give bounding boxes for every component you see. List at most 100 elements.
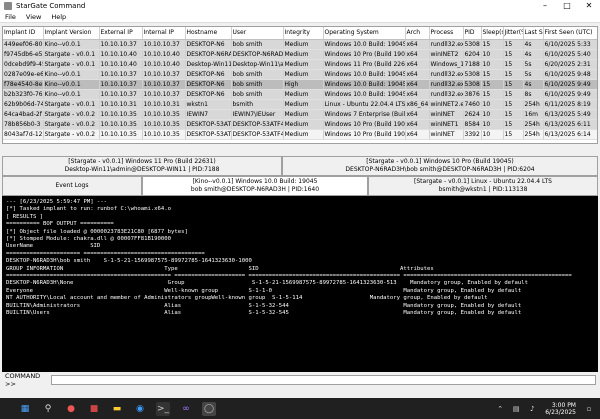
table-cell: 4s [523,39,544,50]
terminal-line: ========================================… [6,273,572,280]
menu-view[interactable]: View [21,13,46,21]
table-cell: 5308 [463,79,482,90]
table-cell: 10.10.10.35 [99,119,143,130]
table-cell: 15 [503,129,524,140]
notification-icon[interactable]: ▫ [582,402,596,416]
table-cell: Stargate - v0.0.1 [43,49,100,60]
file-explorer-icon[interactable]: ▬ [110,402,124,416]
table-row[interactable]: 0dcebd9f9-45 Stargate - v0.0.1 10.10.10.40… [3,59,597,70]
table-cell: Windows 10 Pro (Build 19045) [323,129,406,140]
column-header[interactable]: Hostname [185,27,232,40]
tab-event-logs[interactable]: Event Logs [2,176,142,196]
table-cell: rundll32.ex [429,39,464,50]
clock-date: 6/23/2025 [545,408,576,416]
terminal-line: Everyone Well-known group S-1-1-0 Mandat… [6,287,522,294]
table-cell: Windows 7 Enterprise (Build [323,109,406,120]
column-header[interactable]: Sleep(se [481,27,504,40]
table-row[interactable]: f9745db6-e5 Stargate - v0.0.1 10.10.10.40 1… [3,49,597,60]
column-header[interactable]: Internal IP [142,27,186,40]
window-title: StarGate Command [16,2,86,10]
table-cell: 10 [481,129,504,140]
search-icon[interactable]: ⚲ [41,402,55,416]
stargate-app-icon[interactable]: ◯ [202,401,216,416]
tab-session-win10[interactable]: [Stargate - v0.0.1] Windows 10 Pro (Buil… [282,156,598,176]
column-header[interactable]: External IP [99,27,143,40]
table-cell: 254h [523,119,544,130]
windows-start-icon[interactable]: ▦ [18,402,32,416]
chevron-up-icon[interactable]: ⌃ [493,402,507,416]
table-row[interactable]: 8043af7d-12 Stargate - v0.0.2 10.10.10.35 1… [3,129,597,140]
table-cell: x64 [405,119,430,130]
terminal-line: [*] Object file loaded @ 0000023783E21C8… [6,228,188,235]
table-cell: Medium [283,119,324,130]
close-icon[interactable]: ✕ [578,0,600,12]
terminal-line: BUILTIN\Administrators Alias S-1-5-32-54… [6,302,522,309]
column-header[interactable]: Operating System [323,27,406,40]
table-row[interactable]: b2b323f0-76 Kino--v0.0.1 10.10.10.37 10.10.… [3,89,597,100]
table-cell: 6/10/2025 9:49 [543,89,597,100]
table-cell: 6/10/2025 5:40 [543,49,597,60]
table-cell: winINET [429,109,464,120]
network-icon[interactable]: ▤ [509,402,523,416]
column-header[interactable]: Integrity [283,27,324,40]
table-cell: Stargate - v0.0.2 [43,129,100,140]
column-header[interactable]: Implant ID [3,27,44,40]
table-cell: 10.10.10.37 [99,39,143,50]
table-cell: DESKTOP-53ATF4T\dev [231,129,284,140]
table-cell: Windows 10 Pro (Build 19045) [323,49,406,60]
app-icon-cube[interactable]: ■ [87,402,101,416]
tab-session-kino[interactable]: [Kino--v0.0.1] Windows 10.0 Build: 19045… [142,176,368,196]
terminal-line: DESKTOP-N6RAD3H\bob smith S-1-5-21-15699… [6,258,252,265]
terminal-icon[interactable]: >_ [156,401,170,416]
tab-session-win11[interactable]: [Stargate - v0.0.1] Windows 11 Pro (Buil… [2,156,282,176]
terminal-line: ====================== =================… [6,250,205,257]
table-row[interactable]: 62b9b06d-74 Stargate - v0.0.1 10.10.10.31 1… [3,99,597,110]
maximize-icon[interactable]: □ [556,0,578,12]
column-header[interactable]: Jitter(% [503,27,524,40]
table-cell: Medium [283,99,324,110]
column-header[interactable]: Implant Version [43,27,100,40]
table-cell: DESKTOP-53ATF4T\dev [231,119,284,130]
column-header[interactable]: Last Se [523,27,544,40]
table-cell: 10 [481,109,504,120]
table-cell: 5s [523,69,544,80]
table-cell: Windows 11 Pro (Build 22631) [323,59,406,70]
table-cell: DESKTOP-N6 [185,79,232,90]
tab-session-linux[interactable]: [Stargate - v0.0.1] Linux - Ubuntu 22.04… [368,176,598,196]
title-bar: StarGate Command – □ ✕ [0,0,600,12]
table-cell: 15 [481,69,504,80]
table-row[interactable]: 78b856b0-3 Stargate - v0.0.2 10.10.10.35 10… [3,119,597,130]
clock[interactable]: 3:00 PM 6/23/2025 [545,402,576,416]
visual-studio-icon[interactable]: ∞ [179,402,193,416]
tab-line2: bob smith@DESKTOP-N6RAD3H | PID:1640 [190,186,320,193]
table-row[interactable]: 0287e09e-e6 Kino--v0.0.1 10.10.10.37 10.10.… [3,69,597,80]
command-input[interactable] [51,375,596,385]
menu-file[interactable]: File [0,13,21,21]
table-cell: 254h [523,129,544,140]
table-cell: 10.10.10.31 [99,99,143,110]
table-cell: rundll32.ex [429,69,464,80]
edge-icon[interactable]: ◉ [133,402,147,416]
terminal-output[interactable]: --- [6/23/2025 5:59:47 PM] --- [*] Tasked… [2,196,598,372]
volume-icon[interactable]: ♪ [525,402,539,416]
table-cell: 10.10.10.35 [99,129,143,140]
table-cell: Linux - Ubuntu 22.04.4 LTS [323,99,406,110]
table-cell: 10.10.10.35 [142,119,186,130]
implants-grid[interactable]: Implant ID Implant Version External IP Inte… [2,26,598,144]
menu-help[interactable]: Help [46,13,71,21]
column-header[interactable]: PID [463,27,482,40]
app-icon-red[interactable]: ● [64,402,78,416]
table-row[interactable]: 449eef06-80 Kino--v0.0.1 10.10.10.37 10.10.… [3,39,597,50]
table-row[interactable]: 64ca4bad-2f Stargate - v0.0.2 10.10.10.35 1… [3,109,597,120]
column-header[interactable]: First Seen (UTC) [543,27,597,40]
column-header[interactable]: Process [429,27,464,40]
column-header[interactable]: User [231,27,284,40]
table-cell: 8584 [463,119,482,130]
column-header[interactable]: Arch [405,27,430,40]
table-cell: 254h [523,99,544,110]
table-cell: Stargate - v0.0.2 [43,109,100,120]
table-row[interactable]: f78e4540-8e Kino--v0.0.1 10.10.10.37 10.10.… [3,79,597,90]
table-cell: 10.10.10.37 [99,89,143,100]
table-cell: rundll32.ex [429,79,464,90]
minimize-icon[interactable]: – [534,0,556,12]
